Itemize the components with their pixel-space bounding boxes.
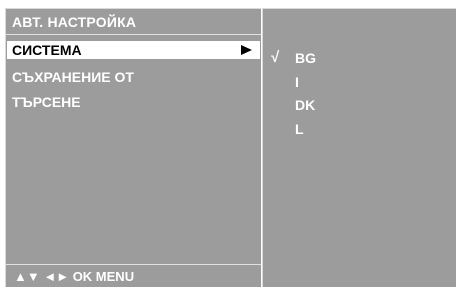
- option-label: BG: [295, 50, 316, 66]
- menu-item-label: СИСТЕМА: [12, 42, 82, 58]
- option-label: L: [295, 121, 304, 137]
- option-l[interactable]: L: [263, 119, 456, 139]
- submenu-panel: √ BG I DK L: [262, 8, 456, 287]
- navigation-hint-bar: ▲▼ ◄► OK MENU: [6, 264, 261, 287]
- arrow-right-icon: [241, 45, 252, 55]
- menu-item-label: ТЪРСЕНЕ: [12, 94, 81, 110]
- menu-item-label: СЪХРАНЕНИЕ ОТ: [12, 69, 134, 85]
- menu-item-search[interactable]: ТЪРСЕНЕ: [6, 93, 261, 111]
- option-label: DK: [295, 97, 316, 113]
- menu-title: АВТ. НАСТРОЙКА: [12, 14, 137, 30]
- menu-item-storage[interactable]: СЪХРАНЕНИЕ ОТ: [6, 68, 261, 86]
- navigation-hint: ▲▼ ◄► OK MENU: [14, 269, 135, 284]
- option-label: I: [295, 74, 299, 90]
- option-bg[interactable]: √ BG: [263, 48, 456, 68]
- check-mark-icon: √: [271, 49, 280, 66]
- main-menu-panel: АВТ. НАСТРОЙКА СИСТЕМА СЪХРАНЕНИЕ ОТ ТЪР…: [5, 8, 261, 287]
- option-i[interactable]: I: [263, 72, 456, 92]
- menu-item-system[interactable]: СИСТЕМА: [7, 41, 260, 59]
- option-dk[interactable]: DK: [263, 95, 456, 115]
- menu-title-bar: АВТ. НАСТРОЙКА: [6, 9, 261, 35]
